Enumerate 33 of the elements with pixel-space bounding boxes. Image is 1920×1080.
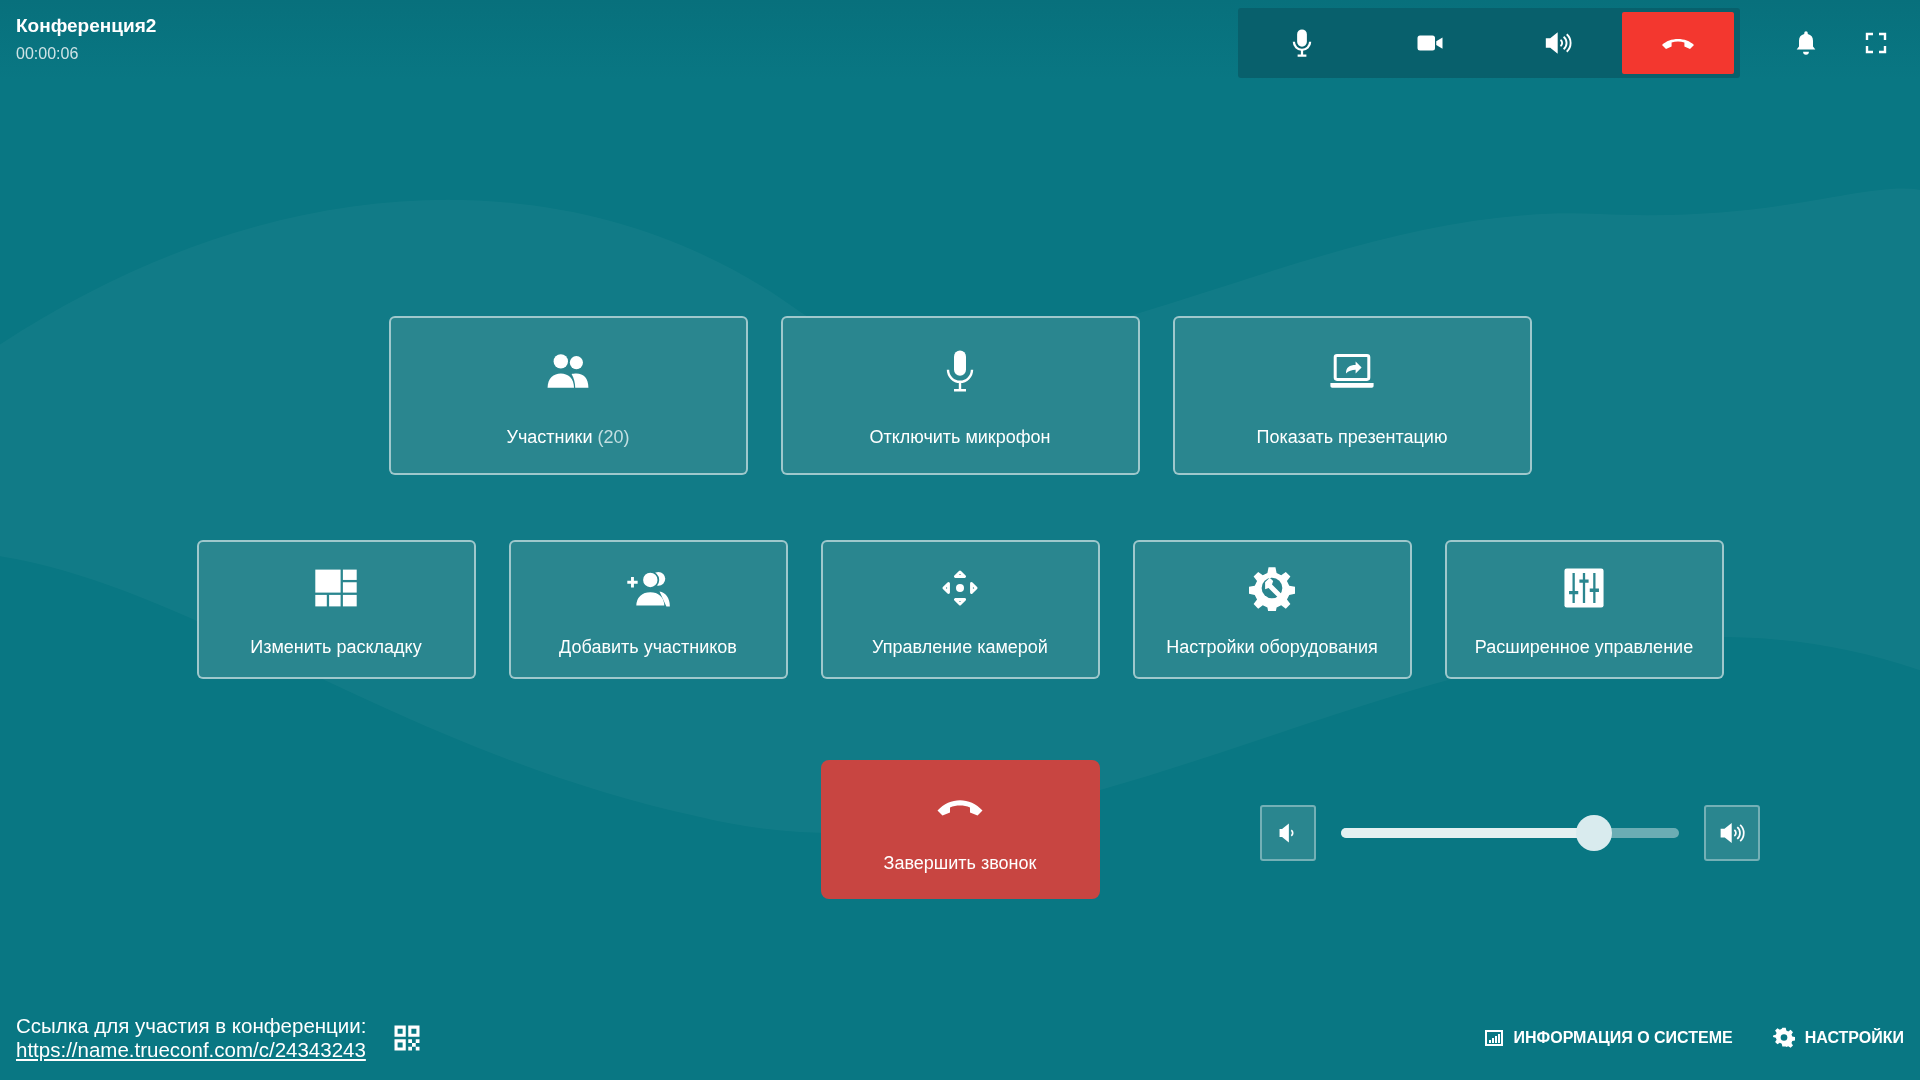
call-timer: 00:00:06 (16, 45, 80, 63)
screen-share-tile[interactable]: Показать презентацию (1172, 316, 1532, 475)
grid-layout-tile[interactable]: Изменить раскладку (196, 540, 476, 679)
microphone-tile[interactable]: Отключить микрофон (780, 316, 1140, 475)
hang-up-icon (1662, 37, 1694, 49)
volume-down-button[interactable] (1259, 805, 1316, 861)
tile-label: Настройки оборудования (1166, 636, 1378, 658)
add-user-tile[interactable]: Добавить участников (508, 540, 788, 679)
conference-link[interactable]: https://name.trueconf.com/c/24343243 (16, 1038, 367, 1062)
slider-thumb[interactable] (1576, 815, 1612, 851)
gear-wrench-icon (1249, 564, 1295, 611)
people-tile[interactable]: Участники (20) (388, 316, 748, 475)
sliders-tile[interactable]: Расширенное управление (1444, 540, 1724, 679)
tile-label: Управление камерой (872, 636, 1048, 658)
conference-title: Конференция2 (16, 15, 157, 37)
settings-button[interactable]: НАСТРОЙКИ (1772, 1027, 1904, 1049)
link-caption: Ссылка для участия в конференции: (16, 1014, 367, 1038)
fullscreen-icon (1864, 31, 1888, 55)
tile-label: Показать презентацию (1256, 426, 1448, 448)
tile-label: Отключить микрофон (869, 426, 1051, 448)
direction-arrows-tile[interactable]: Управление камерой (820, 540, 1100, 679)
volume-up-button[interactable] (1703, 805, 1760, 861)
gear-wrench-tile[interactable]: Настройки оборудования (1132, 540, 1412, 679)
volume-slider[interactable] (1340, 815, 1679, 851)
qr-code-icon[interactable] (392, 1023, 423, 1053)
settings-icon (1772, 1027, 1795, 1049)
tile-label: Изменить раскладку (250, 636, 422, 658)
tile-label: Расширенное управление (1474, 636, 1694, 658)
tile-label: Участники (20) (506, 426, 630, 448)
system-info-button[interactable]: ИНФОРМАЦИЯ О СИСТЕМЕ (1483, 1028, 1733, 1048)
end-call-button[interactable]: Завершить звонок (820, 760, 1100, 899)
chart-icon (1483, 1028, 1504, 1048)
tile-label: Добавить участников (559, 636, 737, 658)
